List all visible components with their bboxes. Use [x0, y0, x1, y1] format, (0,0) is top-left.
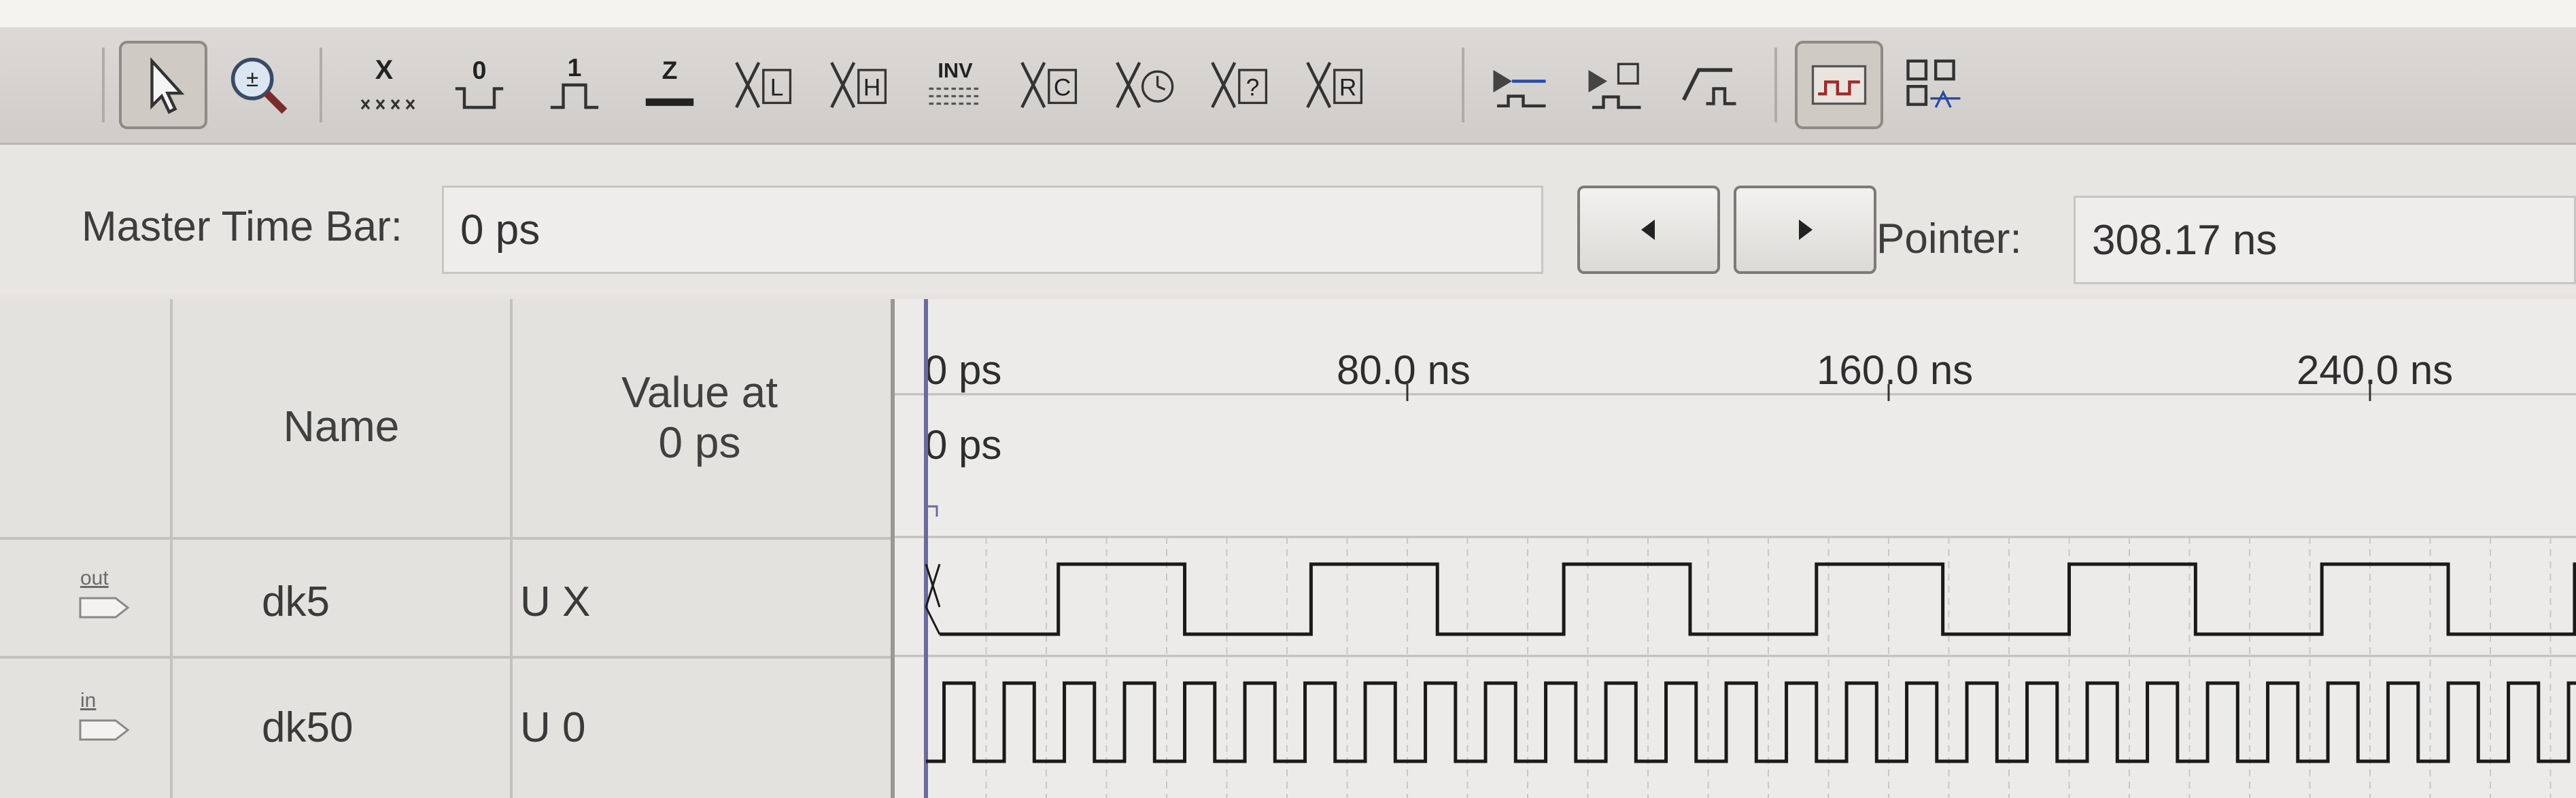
weak-low-button[interactable]: L: [721, 41, 809, 129]
header-divider: [0, 537, 891, 540]
input-pin-icon: in: [79, 689, 130, 741]
weak-high-icon: H: [830, 62, 887, 108]
node-finder-icon: [1682, 68, 1736, 105]
svg-text:Z: Z: [662, 56, 678, 84]
toolbar-separator: [1462, 48, 1464, 122]
sort-icon: [1588, 63, 1641, 109]
forcing-high-button[interactable]: 1: [530, 41, 619, 129]
clock-value-button[interactable]: [1101, 41, 1190, 129]
arrow-left-icon: [1641, 220, 1655, 240]
waveform-view-icon: [1811, 65, 1867, 105]
count-value-icon: C: [1020, 62, 1078, 108]
zoom-tool-button[interactable]: ±: [214, 41, 303, 129]
svg-text:±: ±: [246, 66, 258, 91]
forcing-unknown-button[interactable]: X: [340, 41, 428, 129]
selection-tool-button[interactable]: [119, 41, 207, 129]
selection-tool-icon: [150, 57, 185, 114]
pointer-label: Pointer:: [1876, 215, 2022, 262]
node-finder-button[interactable]: [1666, 41, 1754, 129]
waveform-panel[interactable]: 0 ps 80.0 ns 160.0 ns 240.0 ns 0 ps: [895, 299, 2576, 798]
svg-text:X: X: [375, 55, 394, 85]
time-bar-row: Master Time Bar: 0 ps Pointer: 308.17 ns: [0, 145, 2576, 294]
toolbar-separator: [102, 48, 105, 122]
master-time-bar-field[interactable]: 0 ps: [442, 186, 1543, 274]
dk5-waveform: [925, 562, 2576, 636]
weak-high-button[interactable]: H: [816, 41, 904, 129]
time-grid: [985, 384, 2552, 798]
snap-to-grid-icon: [1493, 70, 1546, 107]
zoom-tool-icon: ±: [230, 57, 288, 114]
svg-text:1: 1: [568, 53, 582, 82]
signal-value: U 0: [520, 704, 586, 751]
svg-text:H: H: [863, 74, 880, 101]
next-transition-button[interactable]: [1734, 186, 1876, 274]
svg-text:C: C: [1054, 74, 1071, 101]
waveform-view-button[interactable]: [1795, 41, 1883, 129]
master-time-bar-label: Master Time Bar:: [82, 203, 402, 250]
arbitrary-value-button[interactable]: ?: [1197, 41, 1285, 129]
column-divider: [170, 299, 173, 798]
dk50-trace: [926, 681, 2576, 763]
forcing-unknown-icon: X: [360, 55, 415, 110]
svg-text:?: ?: [1246, 74, 1260, 101]
svg-text:R: R: [1339, 74, 1356, 101]
high-impedance-button[interactable]: Z: [625, 41, 714, 129]
value-header-line1: Value at: [621, 368, 778, 417]
toolbar-separator: [320, 48, 322, 122]
forcing-low-icon: 0: [455, 56, 504, 109]
svg-text:0: 0: [473, 56, 487, 84]
window-top-strip: [0, 0, 2576, 27]
random-value-icon: R: [1306, 62, 1363, 108]
signal-direction-label: out: [80, 567, 109, 589]
value-header-line2: 0 ps: [658, 418, 741, 467]
sort-button[interactable]: [1570, 41, 1659, 129]
weak-low-icon: L: [735, 62, 792, 108]
svg-text:INV: INV: [938, 58, 973, 82]
random-value-button[interactable]: R: [1292, 41, 1380, 129]
high-impedance-icon: Z: [645, 56, 694, 106]
invert-button[interactable]: INV: [911, 41, 999, 129]
previous-transition-button[interactable]: [1577, 186, 1720, 274]
toolbar-separator: [1774, 48, 1777, 122]
signal-name: dk50: [262, 704, 354, 751]
signal-list-panel: Name Value at 0 ps out dk5 U X in dk50 U…: [0, 299, 895, 798]
waveform-canvas: [895, 299, 2576, 798]
row-divider: [0, 656, 891, 659]
grid-settings-button[interactable]: [1890, 41, 1978, 129]
svg-text:L: L: [770, 74, 784, 101]
signal-name: dk5: [262, 578, 330, 625]
waveform-toolbar: ± X 0 1 Z L H INV C ? R: [0, 27, 2576, 145]
snap-to-grid-button[interactable]: [1475, 41, 1564, 129]
value-column-header[interactable]: Value at 0 ps: [513, 367, 887, 468]
grid-settings-icon: [1906, 59, 1961, 108]
clock-value-icon: [1116, 62, 1174, 108]
count-value-button[interactable]: C: [1006, 41, 1095, 129]
name-column-header[interactable]: Name: [173, 401, 510, 451]
signal-direction-label: in: [80, 689, 96, 712]
invert-icon: INV: [929, 58, 982, 105]
output-pin-icon: out: [79, 567, 130, 619]
dk5-trace: [940, 562, 2576, 636]
arrow-right-icon: [1799, 220, 1813, 240]
arbitrary-value-icon: ?: [1211, 62, 1268, 108]
forcing-high-icon: 1: [550, 53, 599, 109]
forcing-low-button[interactable]: 0: [435, 41, 523, 129]
signal-value: U X: [520, 578, 591, 625]
pointer-field[interactable]: 308.17 ns: [2074, 196, 2576, 284]
dk50-waveform: [926, 681, 2576, 763]
